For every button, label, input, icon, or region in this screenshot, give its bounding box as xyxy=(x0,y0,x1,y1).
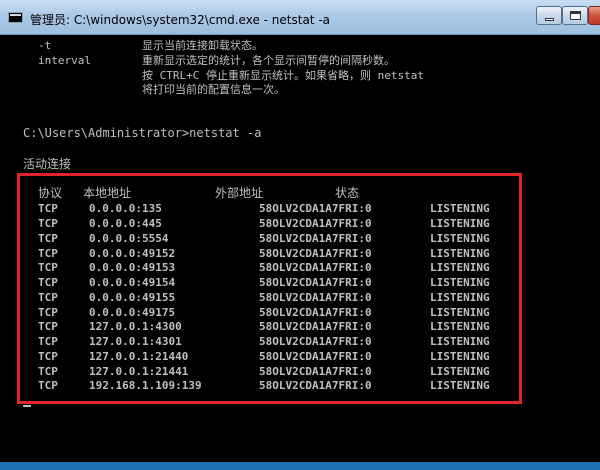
help-desc-interval-2: 按 CTRL+C 停止重新显示统计。如果省略，则 netstat xyxy=(142,69,424,82)
cell-state: LISTENING xyxy=(430,291,490,304)
maximize-button[interactable] xyxy=(562,6,588,25)
cell-state: LISTENING xyxy=(430,306,490,319)
cell-state: LISTENING xyxy=(430,217,490,230)
table-row: TCP 127.0.0.1:21441 58OLV2CDA1A7FRI:0 LI… xyxy=(38,365,508,379)
cell-state: LISTENING xyxy=(430,320,490,333)
help-param-interval: interval xyxy=(38,54,91,67)
cell-protocol: TCP xyxy=(38,335,58,348)
cell-protocol: TCP xyxy=(38,320,58,333)
cell-protocol: TCP xyxy=(38,291,58,304)
maximize-icon xyxy=(570,11,581,20)
table-row: TCP 127.0.0.1:21440 58OLV2CDA1A7FRI:0 LI… xyxy=(38,350,508,364)
cell-protocol: TCP xyxy=(38,202,58,215)
console-output[interactable]: -t 显示当前连接卸载状态。 interval 重新显示选定的统计，各个显示间暂停的… xyxy=(0,35,600,462)
table-row: TCP 192.168.1.109:139 58OLV2CDA1A7FRI:0 … xyxy=(38,379,508,393)
cell-foreign-address: 58OLV2CDA1A7FRI:0 xyxy=(259,232,372,245)
cell-state: LISTENING xyxy=(430,247,490,260)
cell-local-address: 192.168.1.109:139 xyxy=(89,379,202,392)
help-desc-interval-1: 重新显示选定的统计，各个显示间暂停的间隔秒数。 xyxy=(142,54,395,67)
minimize-button[interactable] xyxy=(536,6,562,25)
cell-state: LISTENING xyxy=(430,261,490,274)
cell-protocol: TCP xyxy=(38,261,58,274)
cell-state: LISTENING xyxy=(430,232,490,245)
cell-local-address: 0.0.0.0:49152 xyxy=(89,247,176,260)
cell-foreign-address: 58OLV2CDA1A7FRI:0 xyxy=(259,306,372,319)
cell-state: LISTENING xyxy=(430,335,490,348)
cell-foreign-address: 58OLV2CDA1A7FRI:0 xyxy=(259,291,372,304)
close-button[interactable] xyxy=(588,6,600,25)
cell-protocol: TCP xyxy=(38,232,58,245)
table-row: TCP 0.0.0.0:5554 58OLV2CDA1A7FRI:0 LISTE… xyxy=(38,232,508,246)
header-foreign-address: 外部地址 xyxy=(215,186,264,200)
cell-protocol: TCP xyxy=(38,217,58,230)
window-title: 管理员: C:\windows\system32\cmd.exe - netst… xyxy=(30,13,331,27)
header-state: 状态 xyxy=(335,186,360,200)
cell-local-address: 0.0.0.0:5554 xyxy=(89,232,169,245)
header-local-address: 本地地址 xyxy=(83,186,132,200)
section-title: 活动连接 xyxy=(23,157,72,171)
cell-state: LISTENING xyxy=(430,350,490,363)
cell-foreign-address: 58OLV2CDA1A7FRI:0 xyxy=(259,261,372,274)
table-row: TCP 0.0.0.0:49152 58OLV2CDA1A7FRI:0 LIST… xyxy=(38,247,508,261)
minimize-icon xyxy=(545,18,554,21)
cell-local-address: 0.0.0.0:135 xyxy=(89,202,162,215)
cell-local-address: 127.0.0.1:4301 xyxy=(89,335,182,348)
cell-local-address: 0.0.0.0:49155 xyxy=(89,291,176,304)
cell-state: LISTENING xyxy=(430,202,490,215)
cell-local-address: 0.0.0.0:49154 xyxy=(89,276,176,289)
command-prompt: C:\Users\Administrator>netstat -a xyxy=(23,126,262,140)
cell-foreign-address: 58OLV2CDA1A7FRI:0 xyxy=(259,379,372,392)
header-protocol: 协议 xyxy=(38,186,63,200)
table-row: TCP 0.0.0.0:49175 58OLV2CDA1A7FRI:0 LIST… xyxy=(38,306,508,320)
cell-state: LISTENING xyxy=(430,365,490,378)
help-desc-t: 显示当前连接卸载状态。 xyxy=(142,39,263,52)
cell-protocol: TCP xyxy=(38,350,58,363)
cmd-window: 管理员: C:\windows\system32\cmd.exe - netst… xyxy=(0,0,600,462)
table-row: TCP 0.0.0.0:445 58OLV2CDA1A7FRI:0 LISTEN… xyxy=(38,217,508,231)
help-line-t: -t 显示当前连接卸载状态。 xyxy=(38,39,263,53)
help-param-t: -t xyxy=(38,39,52,52)
cell-local-address: 127.0.0.1:21441 xyxy=(89,365,189,378)
cell-foreign-address: 58OLV2CDA1A7FRI:0 xyxy=(259,320,372,333)
help-line-interval: interval 重新显示选定的统计，各个显示间暂停的间隔秒数。 xyxy=(38,54,395,68)
cell-local-address: 127.0.0.1:21440 xyxy=(89,350,189,363)
table-row: TCP 0.0.0.0:49154 58OLV2CDA1A7FRI:0 LIST… xyxy=(38,276,508,290)
cell-foreign-address: 58OLV2CDA1A7FRI:0 xyxy=(259,365,372,378)
title-bar[interactable]: 管理员: C:\windows\system32\cmd.exe - netst… xyxy=(0,0,600,35)
cell-foreign-address: 58OLV2CDA1A7FRI:0 xyxy=(259,247,372,260)
help-desc-interval-3: 将打印当前的配置信息一次。 xyxy=(142,83,285,96)
cell-protocol: TCP xyxy=(38,306,58,319)
cell-local-address: 0.0.0.0:49175 xyxy=(89,306,176,319)
table-row: TCP 127.0.0.1:4301 58OLV2CDA1A7FRI:0 LIS… xyxy=(38,335,508,349)
text-cursor xyxy=(23,405,31,407)
table-row: TCP 0.0.0.0:135 58OLV2CDA1A7FRI:0 LISTEN… xyxy=(38,202,508,216)
console-icon[interactable] xyxy=(8,12,23,23)
table-row: TCP 0.0.0.0:49153 58OLV2CDA1A7FRI:0 LIST… xyxy=(38,261,508,275)
cell-local-address: 0.0.0.0:445 xyxy=(89,217,162,230)
table-row: TCP 127.0.0.1:4300 58OLV2CDA1A7FRI:0 LIS… xyxy=(38,320,508,334)
cell-foreign-address: 58OLV2CDA1A7FRI:0 xyxy=(259,335,372,348)
cell-state: LISTENING xyxy=(430,379,490,392)
cell-protocol: TCP xyxy=(38,379,58,392)
cell-foreign-address: 58OLV2CDA1A7FRI:0 xyxy=(259,350,372,363)
cell-protocol: TCP xyxy=(38,365,58,378)
table-row: TCP 0.0.0.0:49155 58OLV2CDA1A7FRI:0 LIST… xyxy=(38,291,508,305)
cell-local-address: 0.0.0.0:49153 xyxy=(89,261,176,274)
cell-protocol: TCP xyxy=(38,276,58,289)
cell-foreign-address: 58OLV2CDA1A7FRI:0 xyxy=(259,202,372,215)
cell-foreign-address: 58OLV2CDA1A7FRI:0 xyxy=(259,276,372,289)
cell-state: LISTENING xyxy=(430,276,490,289)
cell-local-address: 127.0.0.1:4300 xyxy=(89,320,182,333)
cell-foreign-address: 58OLV2CDA1A7FRI:0 xyxy=(259,217,372,230)
cell-protocol: TCP xyxy=(38,247,58,260)
